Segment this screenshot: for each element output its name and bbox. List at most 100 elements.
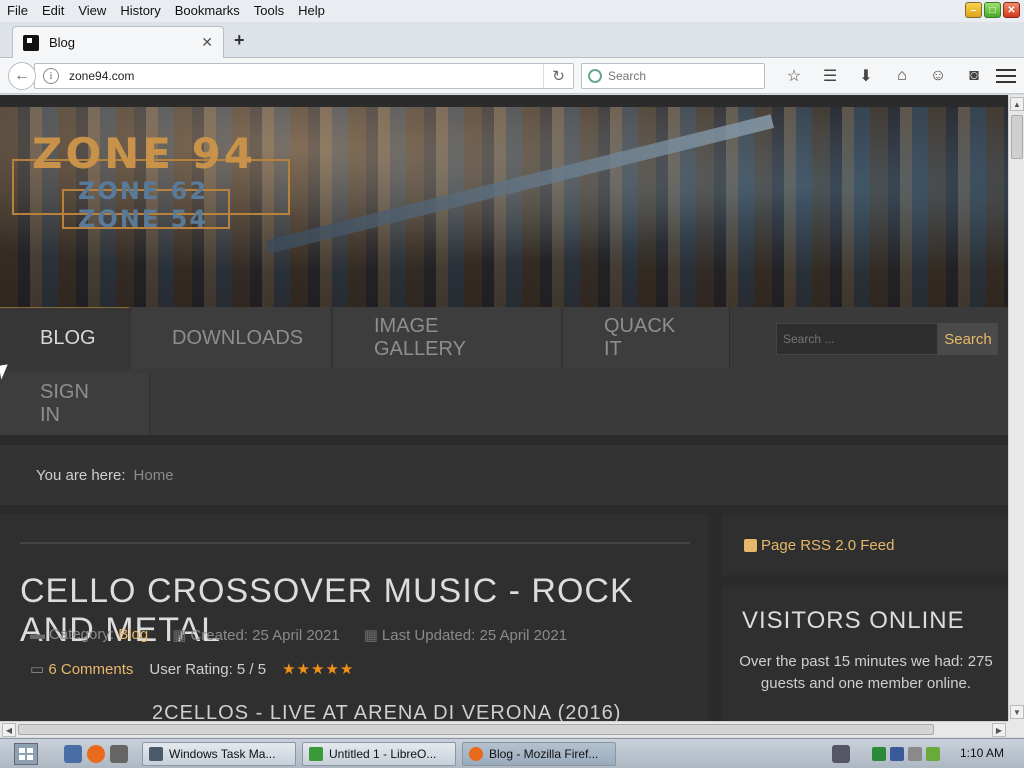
nav-blog[interactable]: BLOG	[0, 307, 130, 369]
maximize-button[interactable]: □	[984, 2, 1001, 18]
site-logo[interactable]: ZONE 94	[32, 129, 256, 178]
navigation-toolbar: i zone94.com ↻ ← ☆ ☰ ⬇ ⌂ ☺ ◙	[0, 58, 1024, 94]
network-icon[interactable]	[890, 747, 904, 761]
reload-icon[interactable]: ↻	[543, 64, 573, 88]
category-label: Category:	[49, 626, 115, 643]
star-icon[interactable]: ★	[340, 661, 354, 678]
star-icon[interactable]: ★	[311, 661, 325, 678]
clock[interactable]: 1:10 AM	[960, 746, 1004, 760]
nav-sign-in[interactable]: SIGN IN	[0, 373, 150, 435]
breadcrumb: You are here: Home	[0, 445, 1008, 505]
info-icon[interactable]: i	[43, 68, 59, 84]
keyboard-icon[interactable]	[832, 745, 850, 763]
url-bar[interactable]: i zone94.com ↻	[34, 63, 574, 89]
menu-help[interactable]: Help	[291, 0, 332, 22]
scroll-up-icon[interactable]: ▲	[1010, 97, 1024, 111]
menu-view[interactable]: View	[71, 0, 113, 22]
site-navigation: BLOG DOWNLOADS IMAGE GALLERY QUACK IT SI…	[0, 307, 1008, 435]
user-rating: User Rating: 5 / 5	[149, 660, 267, 678]
taskbar-libreoffice-label: Untitled 1 - LibreO...	[329, 747, 437, 761]
article-stats: ▭ 6 Comments User Rating: 5 / 5 ★★★★★	[30, 660, 354, 679]
rss-panel: Page RSS 2.0 Feed	[722, 515, 1008, 575]
menu-history[interactable]: History	[113, 0, 167, 22]
home-icon[interactable]: ⌂	[884, 64, 920, 88]
banner-rail-decoration	[266, 114, 774, 254]
taskbar-task-manager[interactable]: Windows Task Ma...	[142, 742, 296, 766]
system-tray	[872, 744, 940, 764]
star-icon[interactable]: ★	[297, 661, 311, 678]
search-engine-icon[interactable]	[588, 69, 602, 83]
site-banner: ZONE 94 ZONE 62 ZONE 54	[0, 107, 1008, 307]
toolbar-icons: ☆ ☰ ⬇ ⌂ ☺ ◙	[776, 64, 992, 88]
folder-icon: ▬	[30, 626, 45, 643]
show-desktop-icon[interactable]	[64, 745, 82, 763]
site-search-input[interactable]	[776, 323, 938, 355]
menu-bookmarks[interactable]: Bookmarks	[168, 0, 247, 22]
hamburger-menu-icon[interactable]	[996, 66, 1016, 86]
comment-icon: ▭	[30, 661, 45, 678]
category-link[interactable]: Blog	[118, 626, 148, 643]
menu-tools[interactable]: Tools	[247, 0, 291, 22]
tab-strip: Blog ✕ +	[0, 22, 1024, 58]
nav-image-gallery[interactable]: IMAGE GALLERY	[334, 307, 562, 369]
menu-file[interactable]: File	[0, 0, 35, 22]
calendar-icon: ▦	[172, 627, 187, 644]
volume-icon[interactable]	[908, 747, 922, 761]
start-menu-icon[interactable]	[14, 743, 38, 765]
downloads-icon[interactable]: ⬇	[848, 64, 884, 88]
back-button[interactable]: ←	[8, 62, 36, 90]
rss-link[interactable]: Page RSS 2.0 Feed	[761, 537, 894, 554]
close-window-button[interactable]: ✕	[1003, 2, 1020, 18]
horizontal-scrollbar[interactable]: ◀ ▶	[0, 721, 1008, 737]
star-icon[interactable]: ★	[282, 661, 296, 678]
minimize-button[interactable]: –	[965, 2, 982, 18]
star-icon[interactable]: ★	[325, 661, 339, 678]
breadcrumb-label: You are here:	[36, 466, 126, 484]
visitors-text: Over the past 15 minutes we had: 275 gue…	[739, 653, 993, 692]
close-tab-icon[interactable]: ✕	[201, 34, 213, 51]
taskbar-libreoffice[interactable]: Untitled 1 - LibreO...	[302, 742, 456, 766]
category-meta: ▬ Category: Blog	[30, 626, 148, 644]
hello-chat-icon[interactable]: ☺	[920, 64, 956, 88]
pocket-icon[interactable]: ◙	[956, 64, 992, 88]
breadcrumb-home[interactable]: Home	[134, 467, 174, 484]
scroll-down-icon[interactable]: ▼	[1010, 705, 1024, 719]
browser-search-box[interactable]	[581, 63, 765, 89]
tray-monitor-icon[interactable]	[872, 747, 886, 761]
updated-date: Last Updated: 25 April 2021	[381, 627, 568, 644]
media-launch-icon[interactable]	[110, 745, 128, 763]
video-title: 2CELLOS - LIVE AT ARENA DI VERONA (2016)	[152, 702, 622, 721]
url-text[interactable]: zone94.com	[69, 69, 543, 83]
bookmark-star-icon[interactable]: ☆	[776, 64, 812, 88]
article-panel: CELLO CROSSOVER MUSIC - ROCK AND METAL ▬…	[0, 514, 708, 721]
menu-edit[interactable]: Edit	[35, 0, 71, 22]
scroll-right-icon[interactable]: ▶	[992, 723, 1006, 737]
scroll-left-icon[interactable]: ◀	[2, 723, 16, 737]
vertical-scrollbar[interactable]: ▲ ▼	[1008, 95, 1024, 721]
created-meta: ▦ Created: 25 April 2021	[172, 626, 339, 644]
comments-link[interactable]: 6 Comments	[48, 661, 133, 678]
new-tab-icon[interactable]: +	[234, 30, 245, 51]
divider	[20, 542, 690, 544]
firefox-icon	[469, 747, 483, 761]
browser-search-input[interactable]	[608, 69, 758, 83]
rating-stars[interactable]: ★★★★★	[282, 660, 354, 678]
bookmarks-list-icon[interactable]: ☰	[812, 64, 848, 88]
tab-blog[interactable]: Blog ✕	[12, 26, 224, 58]
horizontal-scroll-thumb[interactable]	[18, 724, 934, 735]
site-search-button[interactable]: Search	[938, 323, 998, 355]
firefox-launch-icon[interactable]	[87, 745, 105, 763]
nav-downloads[interactable]: DOWNLOADS	[132, 307, 332, 369]
visitors-heading: VISITORS ONLINE	[742, 607, 965, 634]
menu-bar: File Edit View History Bookmarks Tools H…	[0, 0, 1024, 22]
vertical-scroll-thumb[interactable]	[1011, 115, 1023, 159]
window-controls: – □ ✕	[965, 2, 1020, 18]
comments-meta: ▭ 6 Comments	[30, 660, 133, 678]
site-favicon-icon	[23, 34, 39, 51]
nav-quack-it[interactable]: QUACK IT	[564, 307, 730, 369]
updated-meta: ▦ Last Updated: 25 April 2021	[364, 626, 567, 644]
update-icon[interactable]	[926, 747, 940, 761]
site-logo-sub1: ZONE 62	[78, 177, 209, 205]
taskbar-firefox[interactable]: Blog - Mozilla Firef...	[462, 742, 616, 766]
article-meta: ▬ Category: Blog ▦ Created: 25 April 2021 …	[30, 626, 567, 644]
